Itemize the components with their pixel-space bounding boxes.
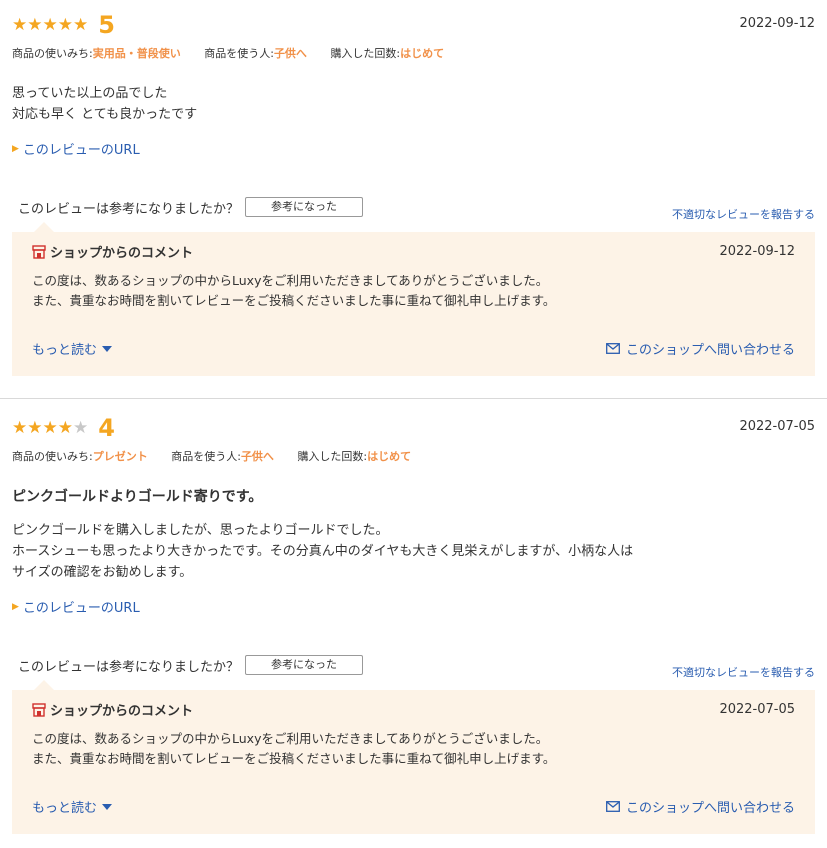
usage-value: プレゼント xyxy=(92,450,148,463)
stars-filled: ★★★★★ xyxy=(12,14,89,35)
review-body-line: 対応も早く とても良かったです xyxy=(12,107,198,122)
shop-comment-box: ショップからのコメント 2022-09-12 この度は、数あるショップの中からL… xyxy=(12,222,815,376)
shop-comment-line: この度は、数あるショップの中からLuxyをご利用いただきましてありがとうございま… xyxy=(32,273,549,288)
helpful-row: このレビューは参考になりましたか？ 参考になった 不適切なレビューを報告する xyxy=(12,652,815,680)
contact-shop-link[interactable]: このショップへ問い合わせる xyxy=(606,797,795,816)
helpful-question: このレビューは参考になりましたか？ xyxy=(18,201,240,217)
count-value: はじめて xyxy=(367,450,412,463)
review-date: 2022-07-05 xyxy=(739,419,815,434)
helpful-button[interactable]: 参考になった xyxy=(245,197,364,217)
shop-comment-box: ショップからのコメント 2022-07-05 この度は、数あるショップの中からL… xyxy=(12,680,815,834)
review-url-link[interactable]: ▶ このレビューのURL xyxy=(12,139,815,158)
report-link[interactable]: 不適切なレビューを報告する xyxy=(672,664,815,680)
contact-shop-link[interactable]: このショップへ問い合わせる xyxy=(606,339,795,358)
review-body-line: ホースシューも思ったより大きかったです。その分真ん中のダイヤも大きく見栄えがしま… xyxy=(12,544,634,559)
review-date: 2022-09-12 xyxy=(739,16,815,31)
review-url-link[interactable]: ▶ このレビューのURL xyxy=(12,597,815,616)
usage-value: 実用品・普段使い xyxy=(92,47,181,60)
review-card: ★★★★★ 4 2022-07-05 商品の使いみち:プレゼント 商品を使う人:… xyxy=(0,398,827,848)
count-label: 購入した回数: xyxy=(330,47,401,60)
helpful-button[interactable]: 参考になった xyxy=(245,655,364,675)
contact-shop-label: このショップへ問い合わせる xyxy=(625,343,795,358)
star-rating: ★★★★★ xyxy=(12,417,89,438)
triangle-right-icon: ▶ xyxy=(12,601,19,612)
stars-empty: ★ xyxy=(72,417,89,438)
review-url-label: このレビューのURL xyxy=(22,601,140,616)
shop-comment-date: 2022-07-05 xyxy=(719,702,795,717)
stars-filled: ★★★★ xyxy=(12,417,73,438)
contact-shop-label: このショップへ問い合わせる xyxy=(625,801,795,816)
shop-comment-header: ショップからのコメント xyxy=(32,242,795,261)
shop-comment-body: この度は、数あるショップの中からLuxyをご利用いただきましてありがとうございま… xyxy=(32,271,795,311)
review-body: ピンクゴールドを購入しましたが、思ったよりゴールドでした。 ホースシューも思った… xyxy=(12,520,815,583)
helpful-row: このレビューは参考になりましたか？ 参考になった 不適切なレビューを報告する xyxy=(12,194,815,222)
shop-comment-title: ショップからのコメント xyxy=(50,704,194,719)
shop-icon xyxy=(32,244,46,259)
rating-score: 4 xyxy=(98,414,115,442)
review-body-line: サイズの確認をお勧めします。 xyxy=(12,565,193,580)
shop-comment-date: 2022-09-12 xyxy=(719,244,795,259)
helpful-question: このレビューは参考になりましたか？ xyxy=(18,659,240,675)
read-more-link[interactable]: もっと読む xyxy=(32,797,113,816)
user-label: 商品を使う人: xyxy=(204,47,274,60)
review-meta: 商品の使いみち:プレゼント 商品を使う人:子供へ 購入した回数:はじめて xyxy=(12,448,815,464)
review-header: ★★★★★ 5 xyxy=(12,12,815,38)
shop-comment-header: ショップからのコメント xyxy=(32,700,795,719)
chevron-down-icon xyxy=(102,345,113,352)
mail-icon xyxy=(606,801,620,812)
user-label: 商品を使う人: xyxy=(171,450,241,463)
usage-label: 商品の使いみち: xyxy=(12,47,93,60)
shop-comment-line: また、貴重なお時間を割いてレビューをご投稿くださいました事に重ねて御礼申し上げま… xyxy=(32,751,556,766)
shop-comment-footer: もっと読む このショップへ問い合わせる xyxy=(32,339,795,358)
shop-icon xyxy=(32,702,46,717)
usage-label: 商品の使いみち: xyxy=(12,450,93,463)
report-link[interactable]: 不適切なレビューを報告する xyxy=(672,206,815,222)
shop-comment-line: この度は、数あるショップの中からLuxyをご利用いただきましてありがとうございま… xyxy=(32,731,549,746)
user-value: 子供へ xyxy=(240,450,274,463)
mail-icon xyxy=(606,343,620,354)
review-meta: 商品の使いみち:実用品・普段使い 商品を使う人:子供へ 購入した回数:はじめて xyxy=(12,45,815,61)
review-url-label: このレビューのURL xyxy=(22,143,140,158)
count-value: はじめて xyxy=(400,47,445,60)
rating-score: 5 xyxy=(98,11,115,39)
review-body: 思っていた以上の品でした 対応も早く とても良かったです xyxy=(12,83,815,125)
shop-comment-title: ショップからのコメント xyxy=(50,246,194,261)
star-rating: ★★★★★ xyxy=(12,14,89,35)
read-more-label: もっと読む xyxy=(32,801,98,816)
shop-comment-footer: もっと読む このショップへ問い合わせる xyxy=(32,797,795,816)
review-title: ピンクゴールドよりゴールド寄りです。 xyxy=(12,489,263,505)
chevron-down-icon xyxy=(102,803,113,810)
review-header: ★★★★★ 4 xyxy=(12,415,815,441)
review-body-line: 思っていた以上の品でした xyxy=(12,86,168,101)
triangle-right-icon: ▶ xyxy=(12,143,19,154)
review-card: ★★★★★ 5 2022-09-12 商品の使いみち:実用品・普段使い 商品を使… xyxy=(0,0,827,398)
user-value: 子供へ xyxy=(273,47,307,60)
shop-comment-line: また、貴重なお時間を割いてレビューをご投稿くださいました事に重ねて御礼申し上げま… xyxy=(32,293,556,308)
read-more-link[interactable]: もっと読む xyxy=(32,339,113,358)
read-more-label: もっと読む xyxy=(32,343,98,358)
count-label: 購入した回数: xyxy=(297,450,368,463)
review-body-line: ピンクゴールドを購入しましたが、思ったよりゴールドでした。 xyxy=(12,523,389,538)
shop-comment-body: この度は、数あるショップの中からLuxyをご利用いただきましてありがとうございま… xyxy=(32,729,795,769)
